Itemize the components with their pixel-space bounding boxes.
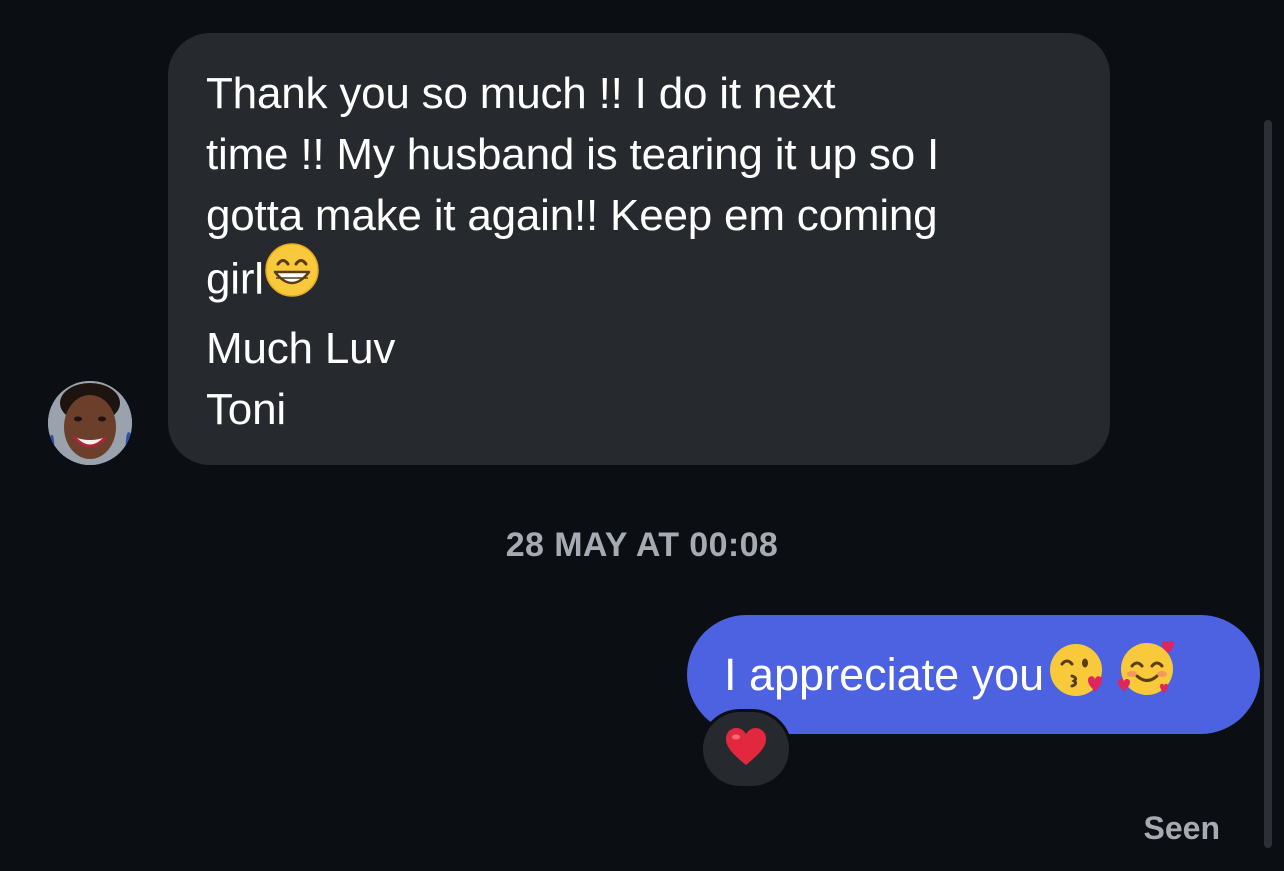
red-heart-icon (724, 727, 768, 772)
message-line-with-emoji: girl (206, 243, 1070, 318)
message-line-text: girl (206, 254, 264, 304)
message-line: Much Luv (206, 324, 396, 373)
seen-status: Seen (1143, 810, 1220, 846)
message-line: time !! My husband is tearing it up so I (206, 130, 940, 179)
smiling-face-with-hearts-emoji (1116, 638, 1178, 711)
message-reaction[interactable] (700, 709, 792, 789)
chat-screen: Thank you so much !! I do it next time !… (0, 0, 1284, 871)
message-line: Toni (206, 385, 286, 434)
grinning-face-emoji (264, 242, 320, 314)
kissing-face-emoji (1048, 640, 1106, 709)
message-line: Thank you so much !! I do it next (206, 69, 836, 118)
incoming-message-bubble[interactable]: Thank you so much !! I do it next time !… (168, 33, 1110, 465)
outgoing-message-text: I appreciate you (724, 648, 1045, 700)
message-line: gotta make it again!! Keep em coming (206, 191, 938, 240)
message-timestamp: 28 MAY AT 00:08 (505, 526, 779, 564)
avatar-photo (48, 381, 132, 465)
reaction-pill (703, 712, 789, 786)
scrollbar[interactable] (1264, 120, 1272, 848)
contact-avatar[interactable] (48, 381, 132, 465)
